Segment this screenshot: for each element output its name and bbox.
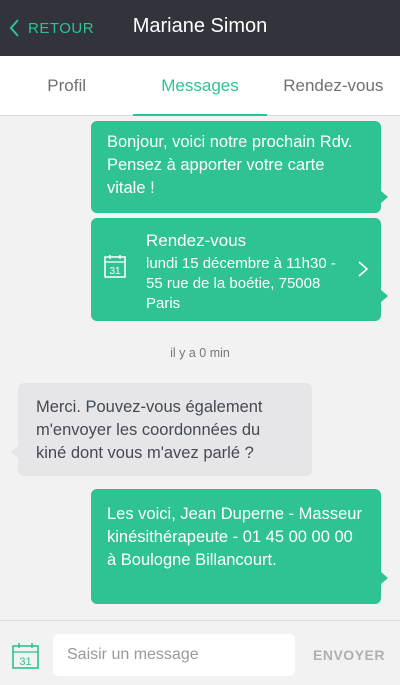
bubble-tail [381,572,388,584]
calendar-icon[interactable]: 31 [11,642,40,670]
chevron-right-icon [358,261,369,277]
tab-bar: Profil Messages Rendez-vous [0,56,400,116]
appointment-card[interactable]: 31 Rendez-vous lundi 15 décembre à 11h30… [91,218,388,321]
message-text: Bonjour, voici notre prochain Rdv. Pense… [107,133,353,197]
incoming-message: Merci. Pouvez-vous également m'envoyer l… [11,383,312,476]
tab-messages[interactable]: Messages [133,56,267,116]
bubble-tail [11,446,18,458]
appointment-title: Rendez-vous [146,231,247,250]
send-button[interactable]: ENVOYER [305,643,393,667]
compose-bar: 31 ENVOYER [0,620,400,685]
message-text: Les voici, Jean Duperne - Masseur kinési… [107,505,362,569]
message-timestamp: il y a 0 min [170,346,230,360]
calendar-number: 31 [109,266,121,277]
tab-profil[interactable]: Profil [0,56,133,115]
calendar-number: 31 [19,656,31,668]
bubble-tail [381,191,388,203]
calendar-icon: 31 [104,255,126,278]
message-input[interactable] [53,634,295,676]
outgoing-message: Bonjour, voici notre prochain Rdv. Pense… [91,121,388,213]
tab-rendez-vous[interactable]: Rendez-vous [267,56,400,115]
outgoing-message: Les voici, Jean Duperne - Masseur kinési… [91,489,388,604]
app-header: RETOUR Mariane Simon [0,0,400,56]
message-text: Merci. Pouvez-vous également m'envoyer l… [36,398,263,462]
bubble-tail [381,290,388,302]
appointment-details: lundi 15 décembre à 11h30 - 55 rue de la… [146,255,336,312]
contact-name: Mariane Simon [132,15,268,37]
